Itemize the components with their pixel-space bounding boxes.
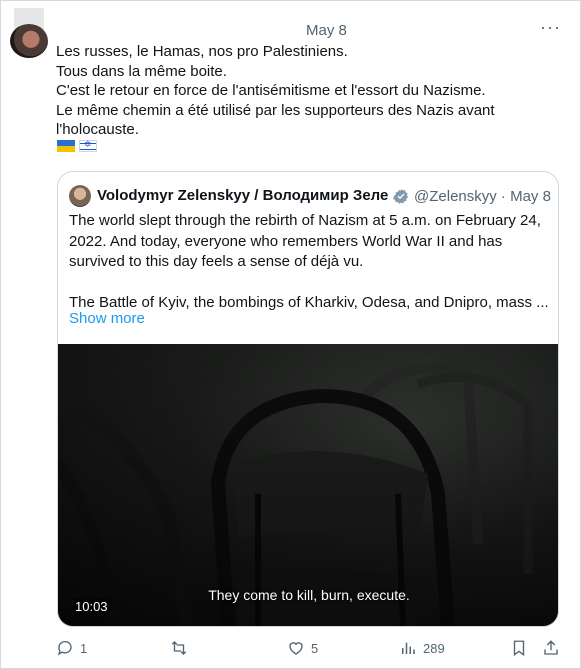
like-button[interactable]: 5	[287, 639, 318, 657]
quoted-text: The world slept through the rebirth of N…	[69, 211, 553, 313]
tweet-line: l'holocauste.	[56, 121, 139, 138]
video-duration: 10:03	[72, 598, 111, 615]
quoted-avatar	[69, 185, 91, 207]
action-bar: 1 5 289	[0, 633, 581, 663]
like-count: 5	[311, 640, 319, 656]
quoted-author-name: Volodymyr Zelenskyy / Володимир Зелен	[97, 187, 389, 204]
avatar[interactable]	[10, 24, 48, 58]
share-icon	[544, 640, 558, 655]
share-button[interactable]	[542, 639, 560, 657]
tweet-text: Les russes, le Hamas, nos pro Palestinie…	[56, 42, 526, 140]
reply-icon	[57, 640, 72, 656]
tweet-line: C'est le retour en force de l'antisémiti…	[56, 82, 486, 99]
quoted-tweet-card[interactable]: Volodymyr Zelenskyy / Володимир Зелен @Z…	[57, 171, 559, 627]
views-chart-icon	[402, 642, 415, 654]
reply-count: 1	[80, 640, 88, 656]
reply-button[interactable]: 1	[56, 639, 87, 657]
views-button[interactable]: 289	[399, 639, 445, 657]
video-player[interactable]: They come to kill, burn, execute. 10:03	[58, 344, 558, 626]
israel-flag-icon	[79, 139, 97, 152]
bookmark-icon	[513, 640, 525, 657]
quoted-line: survived to this day feels a sense of dé…	[69, 253, 364, 270]
retweet-button[interactable]	[170, 639, 194, 657]
quoted-line: 2022. And today, everyone who remembers …	[69, 232, 503, 250]
retweet-icon	[171, 641, 187, 655]
views-count: 289	[423, 640, 445, 656]
bookmark-button[interactable]	[510, 639, 528, 657]
quoted-line: The world slept through the rebirth of N…	[69, 212, 541, 229]
tweet-line: Le même chemin a été utilisé par les sup…	[56, 101, 495, 119]
tweet-line: Les russes, le Hamas, nos pro Palestinie…	[56, 43, 348, 60]
quoted-handle-date: @Zelenskyy · May 8	[414, 188, 551, 205]
heart-icon	[289, 642, 303, 655]
tweet-line: Tous dans la même boite.	[56, 62, 227, 80]
verified-badge-icon	[393, 189, 409, 204]
more-options-icon[interactable]: ···	[540, 17, 561, 38]
show-more-link[interactable]: Show more	[69, 310, 145, 327]
ukraine-flag-icon	[57, 140, 75, 152]
video-subtitle: They come to kill, burn, execute.	[208, 587, 410, 603]
video-frame-chairs	[58, 344, 558, 626]
flag-emojis	[57, 139, 97, 152]
tweet-date[interactable]: May 8	[306, 22, 347, 39]
